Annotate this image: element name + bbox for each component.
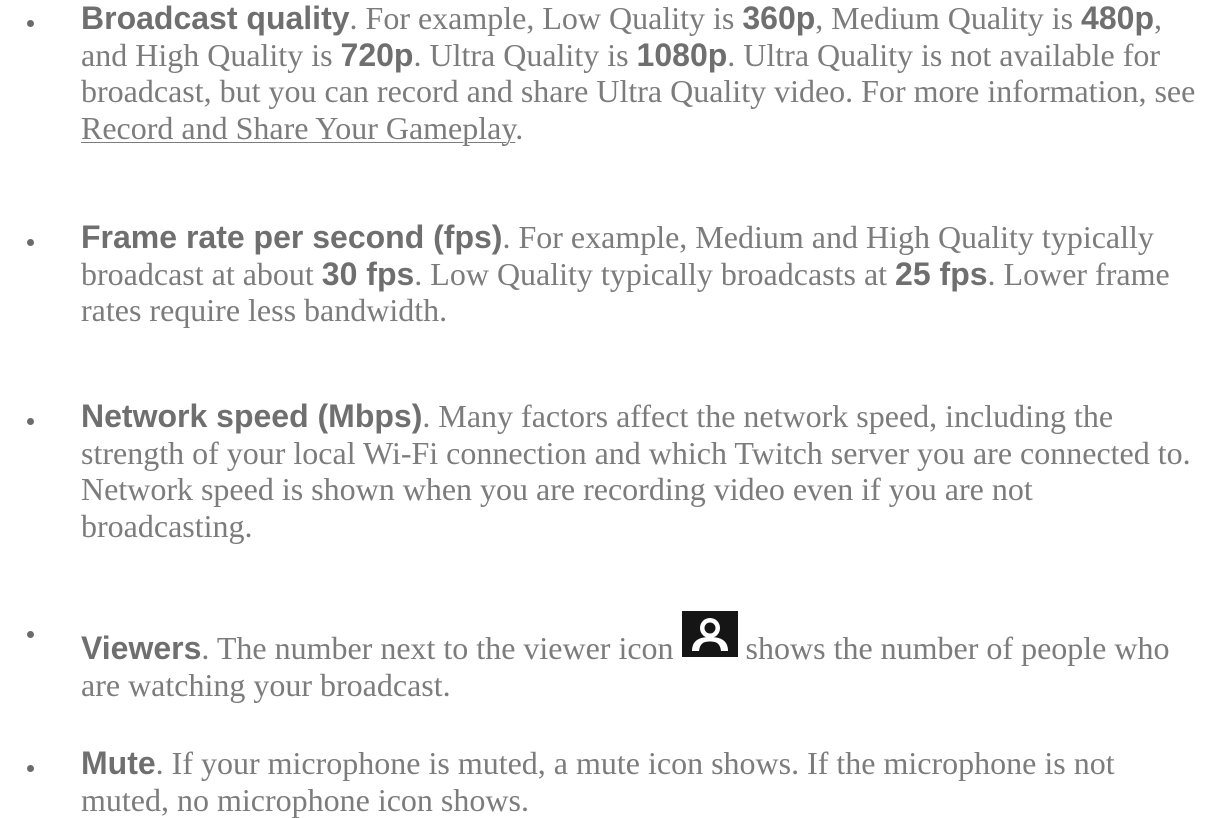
bold-value: 720p — [340, 36, 414, 73]
bold-value: 30 fps — [321, 255, 415, 292]
bullet-paragraph: Frame rate per second (fps). For example… — [81, 219, 1206, 329]
term-viewers: Viewers — [81, 630, 202, 666]
text-fragment: . If your microphone is muted, a mute ic… — [81, 745, 1115, 818]
bold-value: 1080p — [636, 36, 728, 73]
bullet-dot — [27, 765, 34, 772]
term-network-speed: Network speed (Mbps) — [81, 398, 423, 434]
bullet-paragraph: Viewers. The number next to the viewer i… — [81, 611, 1206, 703]
record-and-share-link[interactable]: Record and Share Your Gameplay — [81, 110, 515, 146]
bullet-paragraph: Mute. If your microphone is muted, a mut… — [81, 745, 1206, 818]
term-mute: Mute — [81, 745, 156, 781]
bullet-dot — [27, 239, 34, 246]
bullet-paragraph: Broadcast quality. For example, Low Qual… — [81, 0, 1206, 146]
term-frame-rate: Frame rate per second (fps) — [81, 219, 503, 255]
bold-value: 25 fps — [895, 255, 988, 292]
bold-value: 480p — [1081, 0, 1154, 36]
text-fragment: . The number next to the viewer icon — [201, 630, 674, 666]
text-fragment: . Low Quality typically broadcasts at — [414, 255, 896, 292]
viewer-icon — [681, 611, 738, 657]
bullet-dot — [27, 418, 34, 425]
text-fragment: . — [515, 109, 524, 146]
bullet-dot — [27, 631, 34, 638]
term-broadcast-quality: Broadcast quality — [81, 0, 350, 36]
bullet-dot — [27, 20, 34, 27]
text-fragment: . Ultra Quality is — [413, 36, 637, 73]
bullet-paragraph: Network speed (Mbps). Many factors affec… — [81, 398, 1206, 544]
bold-value: 360p — [742, 0, 816, 36]
text-fragment: , Medium Quality is — [815, 0, 1082, 36]
document-body: Broadcast quality. For example, Low Qual… — [0, 0, 1220, 818]
text-fragment: . For example, Low Quality is — [349, 0, 743, 36]
